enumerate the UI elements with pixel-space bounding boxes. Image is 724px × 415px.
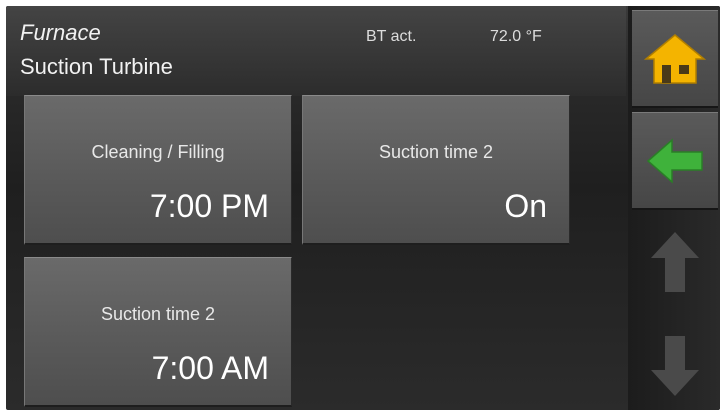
tile-value: 7:00 AM	[151, 350, 269, 386]
tile-suction-time-2-on[interactable]: Suction time 2 On	[302, 95, 570, 245]
tile-value: On	[504, 188, 547, 224]
device-screen: Furnace Suction Turbine BT act. 72.0 °F …	[6, 6, 720, 410]
tile-label: Cleaning / Filling	[91, 142, 225, 162]
arrow-down-icon	[651, 336, 699, 396]
tile-cleaning-filling[interactable]: Cleaning / Filling 7:00 PM	[24, 95, 292, 245]
tile-value: 7:00 PM	[149, 188, 269, 224]
tile-label: Suction time 2	[378, 142, 494, 162]
sidebar	[628, 6, 720, 410]
back-button[interactable]	[632, 112, 718, 210]
scroll-down-button[interactable]	[632, 326, 718, 406]
page-title: Furnace	[20, 20, 101, 45]
back-arrow-icon	[646, 137, 703, 184]
page-subtitle: Suction Turbine	[20, 54, 173, 79]
scroll-up-button[interactable]	[632, 222, 718, 302]
home-icon	[644, 33, 706, 84]
bt-act-label: BT act.	[366, 28, 417, 45]
arrow-up-icon	[651, 232, 699, 292]
bt-act-value: 72.0 °F	[490, 28, 542, 45]
home-button[interactable]	[632, 10, 718, 108]
tile-label: Suction time 2	[100, 304, 216, 324]
tile-suction-time-2-am[interactable]: Suction time 2 7:00 AM	[24, 257, 292, 407]
